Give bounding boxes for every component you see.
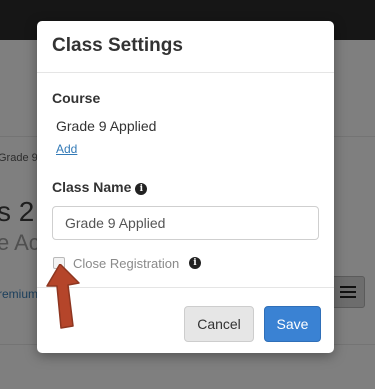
premium-link: remium — [0, 287, 39, 301]
class-name-label: Class Name i — [52, 179, 148, 195]
class-name-label-text: Class Name — [52, 179, 132, 195]
course-value: Grade 9 Applied — [56, 118, 157, 134]
hamburger-menu-icon — [340, 286, 356, 298]
page-heading: s 2 — [0, 196, 35, 227]
save-button[interactable]: Save — [264, 306, 321, 342]
course-label: Course — [52, 90, 101, 106]
menu-button — [331, 276, 365, 308]
close-registration-label[interactable]: Close Registration — [73, 256, 179, 271]
annotation-arrow-icon — [46, 264, 80, 329]
header-divider — [37, 72, 334, 73]
info-icon[interactable]: i — [189, 257, 201, 269]
class-name-input[interactable] — [52, 206, 319, 240]
info-icon[interactable]: i — [135, 183, 148, 195]
add-course-link[interactable]: Add — [56, 142, 77, 156]
cancel-button[interactable]: Cancel — [184, 306, 254, 342]
modal-title: Class Settings — [52, 35, 183, 56]
